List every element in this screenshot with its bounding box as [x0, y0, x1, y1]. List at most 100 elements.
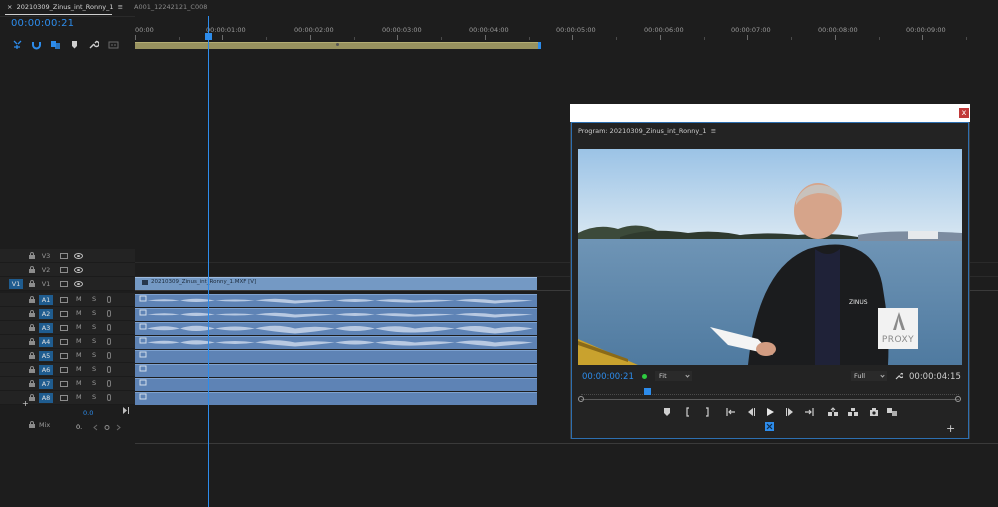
track-name[interactable]: A3 — [39, 323, 53, 333]
multi-camera-icon[interactable] — [765, 422, 774, 431]
scrollbar-right-handle[interactable] — [955, 396, 961, 402]
lock-icon[interactable] — [29, 252, 35, 259]
panel-menu-icon[interactable]: ≡ — [711, 127, 716, 135]
mute-button[interactable]: M — [76, 365, 82, 373]
mute-button[interactable]: M — [76, 295, 82, 303]
mix-nav-icons[interactable] — [93, 424, 121, 431]
tab-close-icon[interactable]: × — [7, 3, 12, 11]
step-forward-icon[interactable] — [785, 407, 795, 417]
monitor-time-ruler[interactable] — [581, 392, 959, 395]
resolution-select[interactable]: Full — [851, 371, 887, 381]
sync-lock-icon[interactable] — [60, 325, 68, 331]
microphone-icon[interactable] — [107, 338, 111, 345]
linked-selection-icon[interactable] — [50, 39, 61, 50]
sync-lock-icon[interactable] — [60, 367, 68, 373]
work-area-grip[interactable] — [336, 43, 339, 46]
microphone-icon[interactable] — [107, 394, 111, 401]
tab-sequence[interactable]: × 20210309_Zinus_int_Ronny_1 ≡ — [7, 3, 123, 11]
track-name[interactable]: A1 — [39, 295, 53, 305]
microphone-icon[interactable] — [107, 296, 111, 303]
mark-in-icon[interactable] — [683, 407, 693, 417]
lock-icon[interactable] — [29, 380, 35, 387]
wrench-icon[interactable] — [88, 39, 99, 50]
play-icon[interactable] — [765, 407, 775, 417]
solo-button[interactable]: S — [92, 323, 96, 331]
work-area-end-handle[interactable] — [538, 42, 541, 49]
mark-out-icon[interactable] — [702, 407, 712, 417]
track-name[interactable]: A7 — [39, 379, 53, 389]
extract-icon[interactable] — [848, 407, 858, 417]
eye-icon[interactable] — [74, 281, 83, 287]
microphone-icon[interactable] — [107, 324, 111, 331]
lock-icon[interactable] — [29, 296, 35, 303]
sync-lock-icon[interactable] — [60, 297, 68, 303]
mute-button[interactable]: M — [76, 379, 82, 387]
solo-button[interactable]: S — [92, 393, 96, 401]
window-close-button[interactable]: x — [959, 108, 969, 118]
solo-button[interactable]: S — [92, 295, 96, 303]
microphone-icon[interactable] — [107, 310, 111, 317]
timeline-timecode[interactable]: 00:00:00:21 — [11, 18, 74, 29]
window-title-bar[interactable] — [570, 104, 970, 122]
add-marker-icon[interactable] — [69, 39, 80, 50]
microphone-icon[interactable] — [107, 366, 111, 373]
zoom-select[interactable]: Fit — [655, 371, 692, 381]
go-to-in-icon[interactable] — [726, 407, 736, 417]
mix-volume-value[interactable]: 0. — [76, 423, 82, 431]
lock-icon[interactable] — [29, 421, 35, 428]
sync-lock-icon[interactable] — [60, 311, 68, 317]
go-to-out-icon[interactable] — [804, 407, 814, 417]
lock-icon[interactable] — [29, 352, 35, 359]
lock-icon[interactable] — [29, 310, 35, 317]
button-editor-add-button[interactable]: + — [946, 422, 955, 435]
solo-button[interactable]: S — [92, 379, 96, 387]
sync-lock-icon[interactable] — [60, 253, 68, 259]
sync-lock-icon[interactable] — [60, 339, 68, 345]
export-frame-icon[interactable] — [869, 407, 879, 417]
mute-button[interactable]: M — [76, 393, 82, 401]
lock-icon[interactable] — [29, 338, 35, 345]
lock-icon[interactable] — [29, 366, 35, 373]
solo-button[interactable]: S — [92, 337, 96, 345]
track-name[interactable]: V2 — [39, 265, 53, 275]
track-name[interactable]: A6 — [39, 365, 53, 375]
captions-icon[interactable] — [108, 39, 119, 50]
mute-button[interactable]: M — [76, 337, 82, 345]
track-name[interactable]: A8 — [39, 393, 53, 403]
sync-lock-icon[interactable] — [60, 281, 68, 287]
snap-icon[interactable] — [31, 39, 42, 50]
tab-menu-icon[interactable]: ≡ — [118, 3, 123, 11]
monitor-zoom-scrollbar[interactable] — [581, 399, 959, 400]
tab-clip[interactable]: A001_12242121_C008 — [134, 3, 207, 11]
sync-lock-icon[interactable] — [60, 395, 68, 401]
track-volume-value[interactable]: 0.0 — [83, 409, 93, 417]
microphone-icon[interactable] — [107, 352, 111, 359]
track-name[interactable]: A2 — [39, 309, 53, 319]
lock-icon[interactable] — [29, 266, 35, 273]
time-ruler[interactable]: 00:00 00:00:01:00 00:00:02:00 00:00:03:0… — [135, 16, 998, 40]
wrench-icon[interactable] — [895, 372, 903, 380]
mute-button[interactable]: M — [76, 323, 82, 331]
nest-icon[interactable] — [12, 39, 23, 50]
sync-lock-icon[interactable] — [60, 381, 68, 387]
microphone-icon[interactable] — [107, 380, 111, 387]
track-name[interactable]: A5 — [39, 351, 53, 361]
source-patch-v1[interactable]: V1 — [9, 279, 23, 289]
mute-button[interactable]: M — [76, 351, 82, 359]
lift-icon[interactable] — [828, 407, 838, 417]
scrollbar-left-handle[interactable] — [578, 396, 584, 402]
add-track-icon[interactable]: + — [22, 399, 29, 408]
playhead-line[interactable] — [208, 16, 209, 507]
comparison-view-icon[interactable] — [887, 407, 897, 417]
solo-button[interactable]: S — [92, 351, 96, 359]
skip-to-end-icon[interactable] — [122, 407, 130, 414]
lock-icon[interactable] — [29, 324, 35, 331]
eye-icon[interactable] — [74, 267, 83, 273]
monitor-timecode[interactable]: 00:00:00:21 — [582, 372, 634, 382]
sync-lock-icon[interactable] — [60, 353, 68, 359]
track-name[interactable]: A4 — [39, 337, 53, 347]
track-name[interactable]: V3 — [39, 251, 53, 261]
step-back-icon[interactable] — [746, 407, 756, 417]
lock-icon[interactable] — [29, 280, 35, 287]
solo-button[interactable]: S — [92, 365, 96, 373]
